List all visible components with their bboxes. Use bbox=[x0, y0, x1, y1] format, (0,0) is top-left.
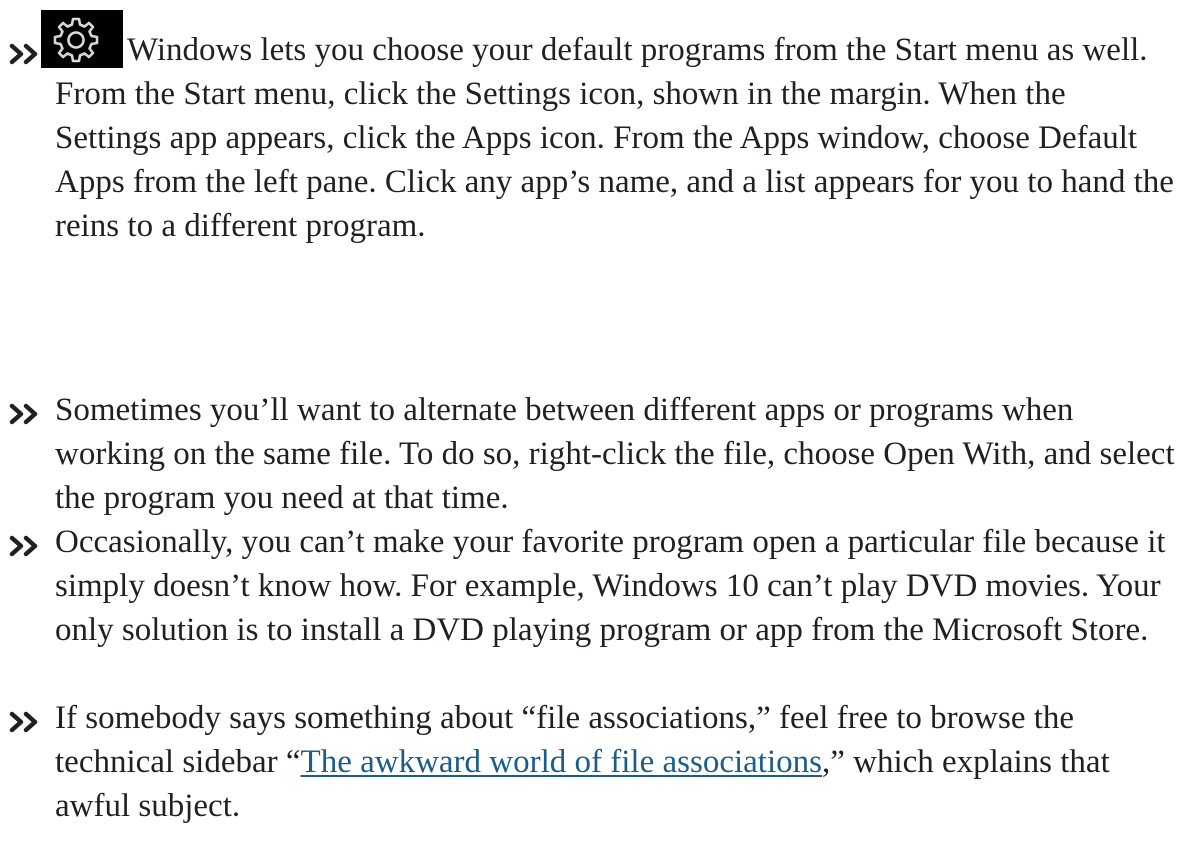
settings-gear-icon bbox=[41, 10, 123, 68]
bullet-text: Occasionally, you can’t make your favori… bbox=[55, 524, 1166, 648]
document-page: Windows lets you choose your default pro… bbox=[0, 0, 1195, 860]
double-chevron-bullet-icon bbox=[9, 402, 43, 426]
list-item: Windows lets you choose your default pro… bbox=[9, 10, 1175, 248]
double-chevron-bullet-icon bbox=[9, 42, 43, 66]
list-item: Sometimes you’ll want to alternate betwe… bbox=[9, 388, 1175, 520]
list-item: If somebody says something about “file a… bbox=[9, 696, 1175, 828]
double-chevron-bullet-icon bbox=[9, 710, 43, 734]
bullet-text: Windows lets you choose your default pro… bbox=[55, 32, 1174, 244]
sidebar-link[interactable]: The awkward world of file associations bbox=[301, 744, 822, 780]
double-chevron-bullet-icon bbox=[9, 534, 43, 558]
bullet-text: Sometimes you’ll want to alternate betwe… bbox=[55, 392, 1175, 516]
list-item: Occasionally, you can’t make your favori… bbox=[9, 520, 1175, 652]
